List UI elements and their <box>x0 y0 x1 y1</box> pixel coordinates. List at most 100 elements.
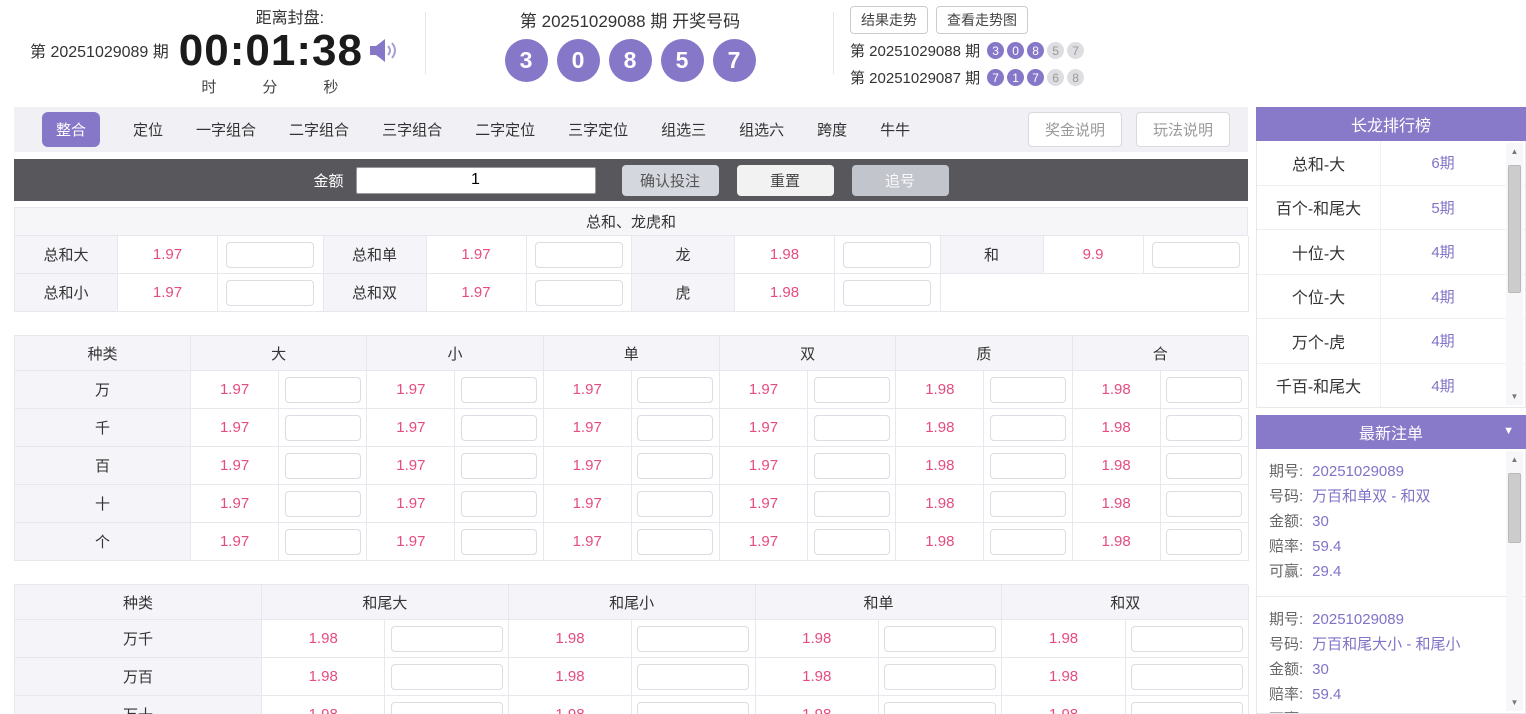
bet-label-cell: 总和双 <box>323 274 427 312</box>
bonus-info-button[interactable]: 奖金说明 <box>1027 112 1122 147</box>
bet-input[interactable] <box>637 528 714 555</box>
collapse-caret-icon[interactable]: ▼ <box>1503 426 1514 437</box>
bet-input[interactable] <box>637 701 750 714</box>
confirm-bet-button[interactable]: 确认投注 <box>621 164 719 196</box>
sum-tail-table: 种类 和尾大 和尾小 和单 和双 万千 1.98 1.98 1.98 1.98 … <box>14 584 1250 714</box>
bet-input[interactable] <box>284 452 361 479</box>
bet-input[interactable] <box>813 452 890 479</box>
bet-input[interactable] <box>637 490 714 517</box>
view-chart-button[interactable]: 查看走势图 <box>936 6 1028 34</box>
bet-input[interactable] <box>637 376 714 403</box>
result-trend-button[interactable]: 结果走势 <box>850 6 928 34</box>
bet-input[interactable] <box>1166 528 1243 555</box>
main-content: 整合 定位 一字组合 二字组合 三字组合 二字定位 三字定位 组选三 组选六 跨… <box>14 107 1250 714</box>
bet-input[interactable] <box>989 528 1066 555</box>
scrollbar[interactable]: ▲ ▼ <box>1506 451 1523 711</box>
scrollbar-thumb[interactable] <box>1508 473 1521 543</box>
bet-input[interactable] <box>884 663 997 690</box>
bet-input[interactable] <box>390 701 503 714</box>
bet-input[interactable] <box>843 279 932 306</box>
rules-info-button[interactable]: 玩法说明 <box>1135 112 1230 147</box>
bet-input[interactable] <box>534 241 623 268</box>
history-ball: 1 <box>1007 69 1025 86</box>
bet-input[interactable] <box>1130 663 1243 690</box>
tab-zuxuan3[interactable]: 组选三 <box>661 119 706 140</box>
dragon-rank-row: 千百-和尾大 4期 <box>1257 363 1525 407</box>
bet-input[interactable] <box>884 625 997 652</box>
odds-cell: 1.98 <box>896 409 985 447</box>
bet-input-cell <box>455 409 544 447</box>
bet-input[interactable] <box>884 701 997 714</box>
scrollbar[interactable]: ▲ ▼ <box>1506 143 1523 405</box>
bet-input[interactable] <box>461 376 538 403</box>
bet-input[interactable] <box>813 376 890 403</box>
bet-input[interactable] <box>461 490 538 517</box>
column-header: 单 <box>543 336 720 371</box>
scroll-down-icon[interactable]: ▼ <box>1506 389 1523 404</box>
draw-title: 第 20251029088 期 开奖号码 <box>519 12 741 31</box>
bet-input[interactable] <box>989 376 1066 403</box>
bet-input[interactable] <box>989 414 1066 441</box>
bet-input[interactable] <box>284 490 361 517</box>
tab-zhenghe[interactable]: 整合 <box>42 112 101 147</box>
odds-cell: 1.98 <box>1002 620 1126 658</box>
bet-input-cell <box>455 485 544 523</box>
scrollbar-thumb[interactable] <box>1508 165 1521 293</box>
bet-input[interactable] <box>989 490 1066 517</box>
tab-sanzi-zuhe[interactable]: 三字组合 <box>382 119 442 140</box>
speaker-icon[interactable] <box>369 37 401 65</box>
reset-button[interactable]: 重置 <box>736 164 834 196</box>
bet-input[interactable] <box>1130 625 1243 652</box>
scroll-up-icon[interactable]: ▲ <box>1506 452 1523 467</box>
bet-input[interactable] <box>226 279 315 306</box>
scroll-up-icon[interactable]: ▲ <box>1506 144 1523 159</box>
tab-dingwei[interactable]: 定位 <box>133 119 163 140</box>
bet-input[interactable] <box>534 279 623 306</box>
tab-niuniu[interactable]: 牛牛 <box>880 119 910 140</box>
odds-cell: 1.97 <box>191 523 280 561</box>
tab-yizi-zuhe[interactable]: 一字组合 <box>196 119 256 140</box>
odds-cell: 1.98 <box>896 523 985 561</box>
row-label: 万百 <box>15 658 262 696</box>
bet-input-cell <box>455 523 544 561</box>
history-ball: 5 <box>1047 42 1065 59</box>
bet-input[interactable] <box>843 241 932 268</box>
bet-input[interactable] <box>284 528 361 555</box>
bet-label-cell: 虎 <box>632 274 735 312</box>
tab-erzi-zuhe[interactable]: 二字组合 <box>289 119 349 140</box>
scroll-down-icon[interactable]: ▼ <box>1506 695 1523 710</box>
bet-input-cell <box>984 371 1073 409</box>
bet-input[interactable] <box>461 452 538 479</box>
bet-input[interactable] <box>637 663 750 690</box>
draw-ball: 7 <box>712 39 756 82</box>
bet-input[interactable] <box>1166 490 1243 517</box>
bet-input[interactable] <box>637 414 714 441</box>
tab-sanzi-dingwei[interactable]: 三字定位 <box>568 119 628 140</box>
bet-input[interactable] <box>813 414 890 441</box>
bet-input[interactable] <box>1166 414 1243 441</box>
bet-input[interactable] <box>1166 376 1243 403</box>
bet-input[interactable] <box>284 414 361 441</box>
bet-input[interactable] <box>226 241 315 268</box>
bet-input[interactable] <box>637 452 714 479</box>
bet-input[interactable] <box>461 414 538 441</box>
odds-cell: 1.97 <box>118 236 218 274</box>
bet-input[interactable] <box>461 528 538 555</box>
bet-input[interactable] <box>1130 701 1243 714</box>
bet-input[interactable] <box>390 625 503 652</box>
tab-zuxuan6[interactable]: 组选六 <box>739 119 784 140</box>
bet-input[interactable] <box>284 376 361 403</box>
bet-input[interactable] <box>1166 452 1243 479</box>
chase-number-button[interactable]: 追号 <box>851 164 949 196</box>
bet-input[interactable] <box>390 663 503 690</box>
tab-erzi-dingwei[interactable]: 二字定位 <box>475 119 535 140</box>
bet-input-cell <box>455 447 544 485</box>
bet-input[interactable] <box>989 452 1066 479</box>
bet-input[interactable] <box>1151 241 1240 268</box>
bet-input[interactable] <box>637 625 750 652</box>
bet-input[interactable] <box>813 490 890 517</box>
tab-kuadu[interactable]: 跨度 <box>817 119 847 140</box>
bet-input-cell <box>808 371 897 409</box>
amount-input[interactable] <box>355 166 596 194</box>
bet-input[interactable] <box>813 528 890 555</box>
